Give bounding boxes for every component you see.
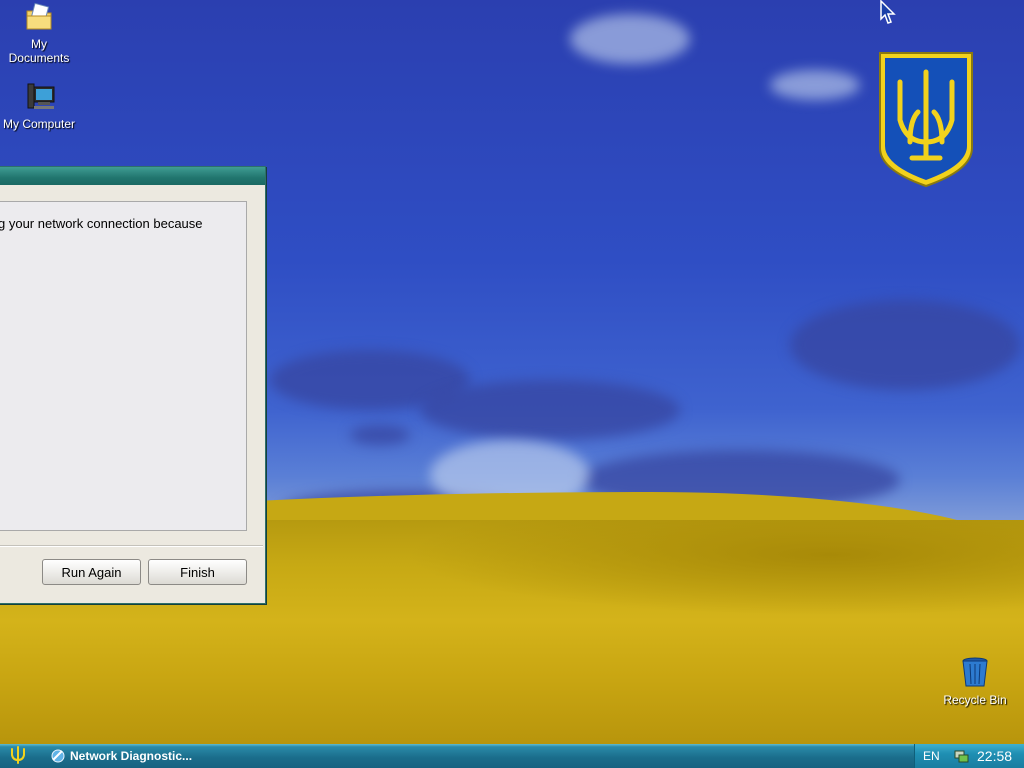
cloud: [420, 380, 680, 440]
trident-icon: [10, 745, 26, 767]
cloud: [770, 70, 860, 100]
cloud: [790, 300, 1020, 390]
coat-of-arms-icon: [876, 50, 976, 188]
recycle-bin-icon: [938, 656, 1012, 691]
language-indicator[interactable]: EN: [923, 749, 940, 763]
desktop-icon-label: Recycle Bin: [943, 693, 1007, 707]
taskbar-item-label: Network Diagnostic...: [70, 749, 193, 763]
clock[interactable]: 22:58: [977, 748, 1012, 764]
dialog-separator: [0, 545, 263, 547]
desktop-icon-label: My: [31, 37, 47, 51]
desktop-icon-my-computer[interactable]: My Computer: [0, 82, 78, 131]
taskbar: Network Diagnostic... EN 22:58: [0, 744, 1024, 768]
start-button[interactable]: [4, 745, 32, 767]
dialog-content-panel: g your network connection because: [0, 201, 247, 531]
desktop-icon-recycle-bin[interactable]: Recycle Bin: [938, 656, 1012, 707]
taskbar-item-network-diagnostic[interactable]: Network Diagnostic...: [44, 746, 194, 766]
network-status-icon[interactable]: [953, 748, 969, 767]
network-diagnostic-icon: [50, 748, 66, 764]
cloud: [350, 425, 410, 445]
desktop: My Documents My Computer Recycle Bin g y…: [0, 0, 1024, 744]
dialog-title-bar[interactable]: [0, 167, 265, 185]
run-again-button[interactable]: Run Again: [42, 559, 141, 585]
network-diagnostics-dialog: g your network connection because Run Ag…: [0, 166, 266, 604]
dialog-message: g your network connection because: [0, 216, 203, 231]
my-computer-icon: [0, 82, 78, 115]
desktop-icon-label: Documents: [8, 51, 70, 65]
my-documents-icon: [4, 2, 74, 35]
desktop-icon-label: My Computer: [2, 117, 76, 131]
desktop-icon-my-documents[interactable]: My Documents: [4, 2, 74, 65]
finish-button[interactable]: Finish: [148, 559, 247, 585]
cloud: [570, 14, 690, 64]
mouse-cursor-icon: [880, 0, 900, 29]
system-tray: EN 22:58: [914, 744, 1024, 768]
